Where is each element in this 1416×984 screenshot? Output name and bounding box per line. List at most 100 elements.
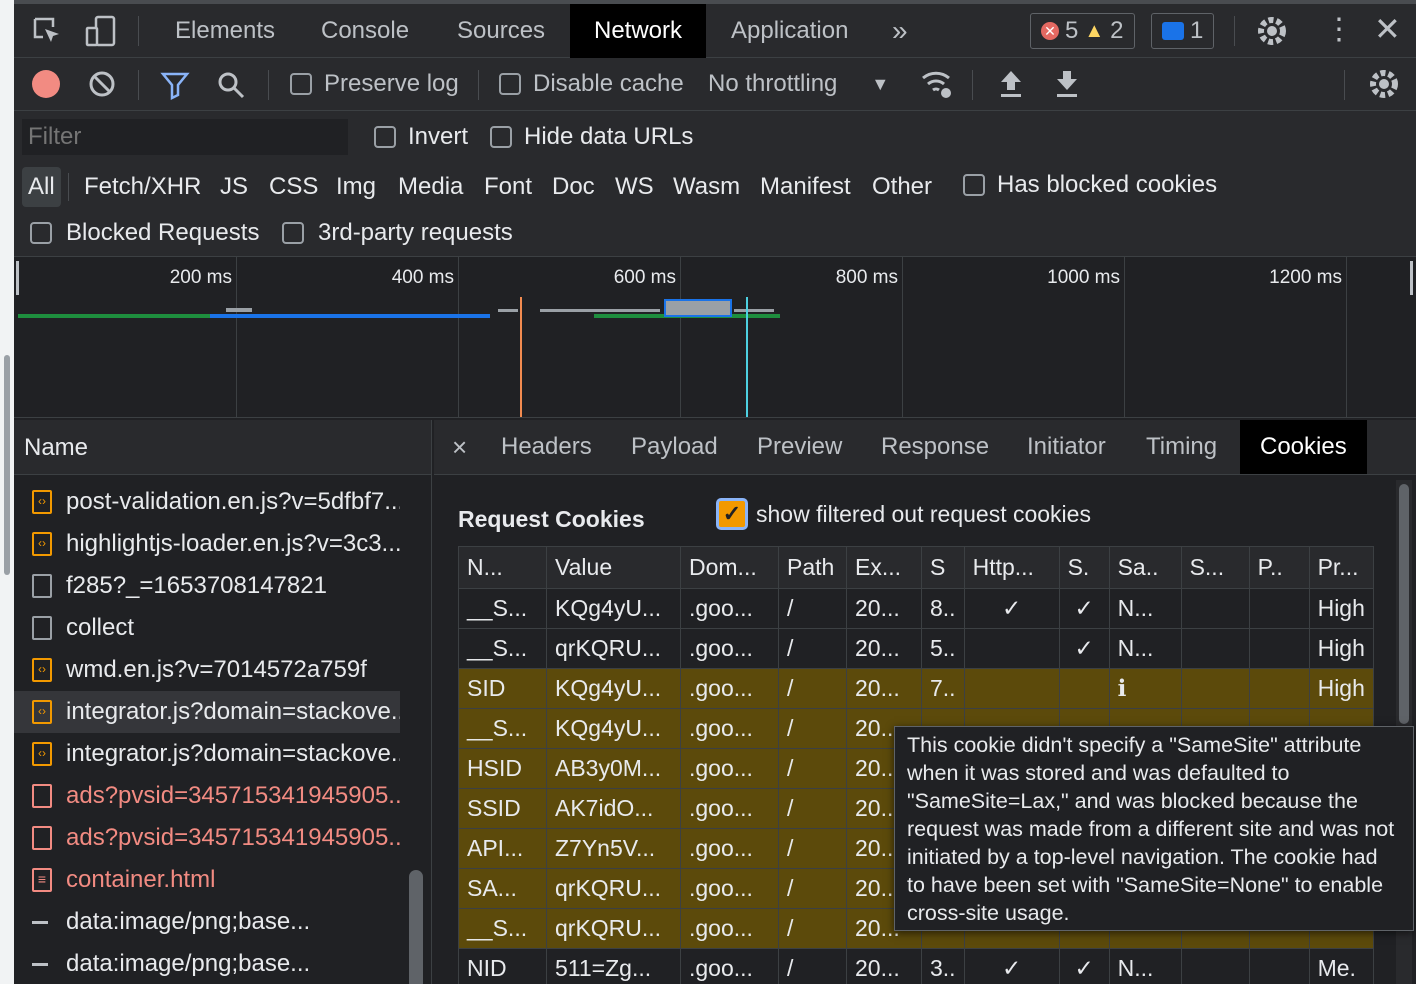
column-header-path[interactable]: Path [778,546,847,589]
request-row-selected[interactable]: ‹› integrator.js?domain=stackove... [14,691,400,733]
hide-data-urls-toggle[interactable]: Hide data URLs [490,123,693,151]
tab-network[interactable]: Network [570,4,707,58]
tab-cookies[interactable]: Cookies [1240,420,1367,474]
details-scrollbar-thumb[interactable] [1399,484,1409,724]
column-header-secure[interactable]: S. [1058,546,1110,589]
blocked-requests-toggle[interactable]: Blocked Requests [30,219,259,247]
type-filter-img[interactable]: Img [336,167,376,207]
close-icon[interactable]: ✕ [1374,10,1401,48]
timing-bar [498,309,518,312]
messages-badge[interactable]: 1 [1151,13,1215,49]
type-filter-all[interactable]: All [22,167,61,207]
request-row-failed[interactable]: ≡ container.html [14,859,400,901]
cookie-cell: / [778,828,847,869]
cookie-row[interactable]: __S... KQg4yU... .goo.../20... 8.. ✓ ✓ N... Hig… [458,588,1374,629]
tab-payload[interactable]: Payload [631,420,718,474]
failed-file-icon [32,826,52,850]
request-row-failed[interactable]: ads?pvsid=345715341945905... [14,817,400,859]
gutter-scrollbar[interactable] [4,355,10,575]
tab-preview[interactable]: Preview [757,420,842,474]
preserve-log-toggle[interactable]: Preserve log [290,70,459,98]
preserve-log-checkbox[interactable] [290,73,312,95]
inspect-element-icon[interactable] [32,16,62,46]
show-filtered-cookies-toggle[interactable]: ✓ show filtered out request cookies [716,498,1091,530]
tab-sources[interactable]: Sources [457,4,545,58]
type-filter-other[interactable]: Other [872,167,932,207]
overview-right-handle[interactable] [1410,261,1413,295]
request-row[interactable]: collect [14,607,400,649]
column-header-size[interactable]: S [921,546,965,589]
filter-input[interactable] [22,119,348,155]
device-toolbar-icon[interactable] [84,14,118,48]
divider [268,70,269,100]
request-row[interactable]: ‹› wmd.en.js?v=7014572a759f [14,649,400,691]
column-header-samesite[interactable]: Sa.. [1108,546,1182,589]
throttling-select[interactable]: No throttling ▼ [708,70,889,98]
tab-response[interactable]: Response [881,420,989,474]
invert-toggle[interactable]: Invert [374,123,468,151]
export-har-icon[interactable] [1054,68,1080,100]
has-blocked-cookies-toggle[interactable]: Has blocked cookies [963,171,1217,199]
network-conditions-icon[interactable] [920,68,954,100]
hide-data-urls-checkbox[interactable] [490,126,512,148]
issues-badge[interactable]: ✕ 5 ▲ 2 [1030,13,1135,49]
disable-cache-checkbox[interactable] [499,73,521,95]
column-header-expires[interactable]: Ex... [846,546,922,589]
record-icon[interactable] [32,70,60,98]
type-filter-ws[interactable]: WS [615,167,654,207]
more-tabs-chevron-icon[interactable]: » [892,4,908,58]
import-har-icon[interactable] [998,68,1024,100]
type-filter-wasm[interactable]: Wasm [673,167,740,207]
column-header-name[interactable]: N... [458,546,547,589]
tab-headers[interactable]: Headers [501,420,592,474]
request-list-scrollbar[interactable] [409,870,423,984]
close-details-icon[interactable]: × [452,420,467,474]
column-header-httponly[interactable]: Http... [963,546,1060,589]
disable-cache-toggle[interactable]: Disable cache [499,70,684,98]
timeline-overview[interactable]: 200 ms 400 ms 600 ms 800 ms 1000 ms 1200… [14,257,1416,418]
third-party-checkbox[interactable] [282,222,304,244]
tab-console[interactable]: Console [321,4,409,58]
cookie-row[interactable]: __S... qrKQRU... .goo.../20... 5.. ✓ N... High [458,628,1374,669]
tab-elements[interactable]: Elements [175,4,275,58]
cookie-row[interactable]: NID 511=Zg... .goo.../20... 3.. ✓ ✓ N... Me. [458,948,1374,984]
search-icon[interactable] [216,70,246,100]
request-row[interactable]: ‹› highlightjs-loader.en.js?v=3c3... [14,523,400,565]
column-header-sameparty[interactable]: S... [1180,546,1250,589]
name-column-header[interactable]: Name [14,420,431,475]
overview-left-handle[interactable] [16,261,19,295]
column-header-value[interactable]: Value [546,546,681,589]
request-row[interactable]: f285?_=1653708147821 [14,565,400,607]
warning-count: 2 [1110,17,1124,44]
more-options-icon[interactable]: ⋮ [1324,12,1354,47]
type-filter-media[interactable]: Media [398,167,463,207]
settings-gear-icon[interactable] [1256,15,1288,47]
type-filter-font[interactable]: Font [484,167,532,207]
filter-icon[interactable] [160,70,190,100]
type-filter-fetch-xhr[interactable]: Fetch/XHR [84,167,201,207]
cookie-row-blocked[interactable]: SID KQg4yU... .goo.../20... 7.. ℹ High [458,668,1374,709]
clear-icon[interactable] [88,70,116,98]
network-settings-gear-icon[interactable] [1368,68,1400,100]
blocked-requests-checkbox[interactable] [30,222,52,244]
request-row-failed[interactable]: ads?pvsid=345715341945905... [14,775,400,817]
has-blocked-cookies-checkbox[interactable] [963,174,985,196]
type-filter-doc[interactable]: Doc [552,167,595,207]
type-filter-manifest[interactable]: Manifest [760,167,851,207]
request-row[interactable]: data:image/png;base... [14,901,400,943]
type-filter-css[interactable]: CSS [269,167,318,207]
type-filter-js[interactable]: JS [220,167,248,207]
column-header-partition[interactable]: P.. [1248,546,1310,589]
tab-initiator[interactable]: Initiator [1027,420,1106,474]
third-party-toggle[interactable]: 3rd-party requests [282,219,513,247]
column-header-domain[interactable]: Dom... [680,546,779,589]
show-filtered-checkbox[interactable]: ✓ [716,498,748,530]
tab-timing[interactable]: Timing [1146,420,1217,474]
request-row[interactable]: data:image/png;base... [14,943,400,984]
request-row[interactable]: ‹› post-validation.en.js?v=5dfbf7... [14,481,400,523]
tab-application[interactable]: Application [731,4,848,58]
column-header-priority[interactable]: Pr... [1308,546,1374,589]
request-row[interactable]: ‹› integrator.js?domain=stackove... [14,733,400,775]
invert-checkbox[interactable] [374,126,396,148]
info-icon[interactable]: ℹ [1108,668,1182,709]
